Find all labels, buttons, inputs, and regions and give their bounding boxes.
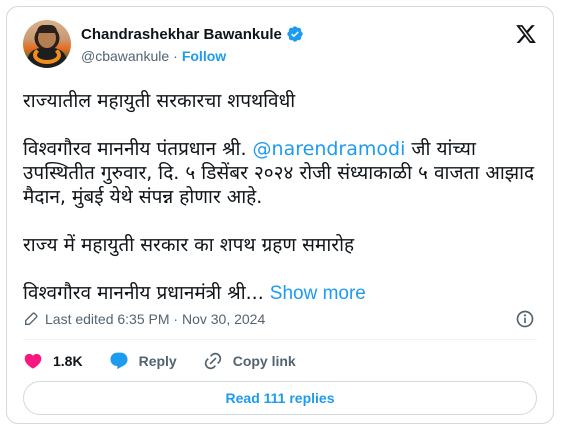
info-icon[interactable]	[515, 309, 535, 329]
verified-badge-icon	[287, 26, 303, 42]
mention-link[interactable]: @narendramodi	[253, 138, 406, 160]
tweet-line-3: राज्य में महायुती सरकार का शपथ ग्रहण समा…	[23, 234, 355, 256]
tweet-text: राज्यातील महायुती सरकारचा शपथविधी विश्वग…	[23, 89, 543, 306]
copy-link-label: Copy link	[232, 353, 296, 369]
avatar[interactable]	[23, 20, 71, 68]
edit-meta: Last edited 6:35 PM · Nov 30, 2024	[23, 311, 265, 327]
read-replies-button[interactable]: Read 111 replies	[23, 381, 537, 415]
heart-icon	[24, 353, 42, 369]
reply-label: Reply	[138, 353, 177, 369]
edited-timestamp[interactable]: Last edited 6:35 PM · Nov 30, 2024	[45, 311, 265, 327]
follow-button[interactable]: Follow	[182, 48, 226, 64]
tweet-paragraph-2: विश्वगौरव माननीय पंतप्रधान श्री. @narend…	[23, 137, 543, 209]
pencil-icon	[25, 312, 38, 325]
reply-bubble-icon	[110, 352, 128, 370]
show-more-link[interactable]: Show more	[270, 283, 366, 304]
tweet-line-4-text: विश्वगौरव माननीय प्रधानमंत्री श्री...	[23, 282, 270, 304]
author-handle[interactable]: @cbawankule	[81, 48, 169, 64]
author-handle-row: @cbawankule · Follow	[81, 48, 226, 64]
x-logo-icon[interactable]	[515, 23, 537, 45]
author-name[interactable]: Chandrashekhar Bawankule	[81, 26, 282, 43]
tweet-card: Chandrashekhar Bawankule @cbawankule · F…	[6, 6, 554, 424]
like-count: 1.8K	[53, 353, 83, 369]
tweet-line-1: राज्यातील महायुती सरकारचा शपथविधी	[23, 90, 296, 112]
divider	[23, 339, 537, 340]
action-bar: 1.8K Reply Copy link	[23, 347, 296, 375]
tweet-p2-before: विश्वगौरव माननीय पंतप्रधान श्री.	[23, 138, 253, 160]
link-icon	[204, 352, 221, 370]
tweet-line-4: विश्वगौरव माननीय प्रधानमंत्री श्री... Sh…	[23, 281, 543, 306]
author-name-row: Chandrashekhar Bawankule	[81, 25, 304, 43]
separator-dot: ·	[173, 48, 178, 64]
reply-button[interactable]: Reply	[109, 351, 177, 371]
copy-link-button[interactable]: Copy link	[203, 351, 296, 371]
like-button[interactable]: 1.8K	[23, 351, 83, 371]
